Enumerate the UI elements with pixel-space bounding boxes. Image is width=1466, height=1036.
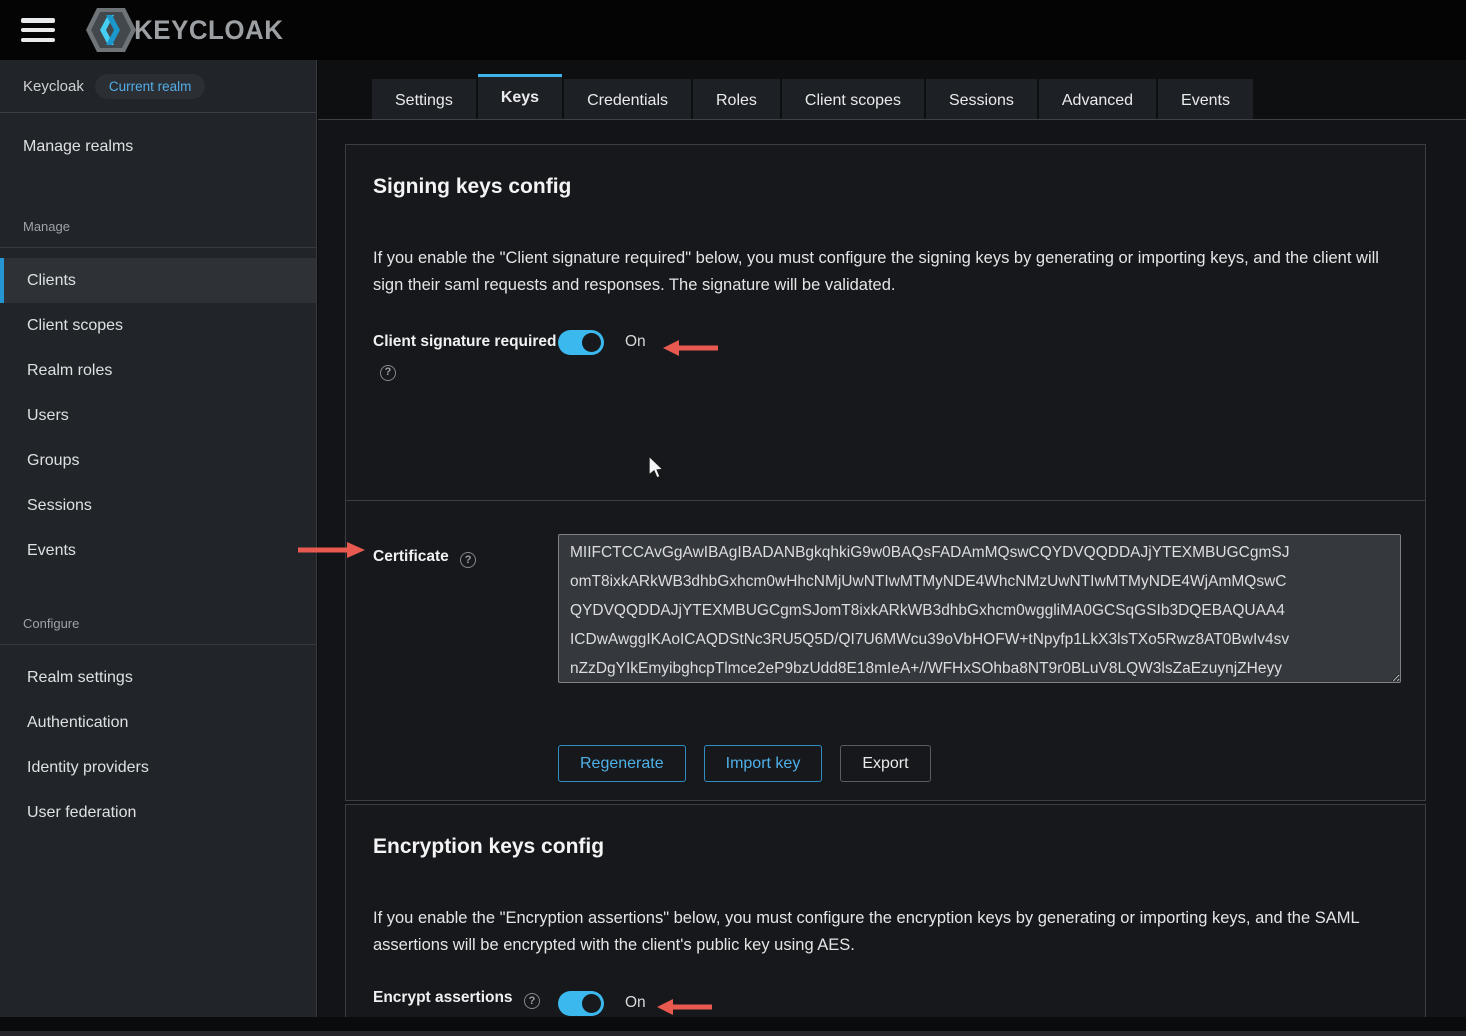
- realm-name: Keycloak: [23, 78, 84, 95]
- realm-selector[interactable]: Keycloak Current realm: [0, 60, 316, 113]
- bottom-strip: [0, 1031, 1466, 1036]
- certificate-row: Certificate ? MIIFCTCCAvGgAwIBAgIBADANBg…: [346, 534, 1425, 683]
- current-realm-badge[interactable]: Current realm: [95, 74, 206, 99]
- encryption-keys-title: Encryption keys config: [373, 835, 1385, 859]
- help-icon[interactable]: ?: [524, 993, 540, 1009]
- sidebar-item-users[interactable]: Users: [0, 393, 316, 438]
- sidebar-divider: [0, 644, 316, 645]
- certificate-label: Certificate: [373, 548, 449, 565]
- sidebar-item-authentication[interactable]: Authentication: [0, 700, 316, 745]
- regenerate-button[interactable]: Regenerate: [558, 745, 686, 782]
- hamburger-menu-icon[interactable]: [21, 18, 55, 42]
- sidebar: Keycloak Current realm Manage realms Man…: [0, 60, 317, 1017]
- export-button[interactable]: Export: [840, 745, 930, 782]
- sidebar-divider: [0, 247, 316, 248]
- client-signature-required-label: Client signature required: [373, 333, 556, 350]
- sidebar-group-manage: Manage: [0, 214, 316, 238]
- sidebar-item-clients[interactable]: Clients: [0, 258, 316, 303]
- signing-keys-card: Signing keys config If you enable the "C…: [345, 144, 1426, 801]
- sidebar-item-realm-settings[interactable]: Realm settings: [0, 655, 316, 700]
- sidebar-item-user-federation[interactable]: User federation: [0, 790, 316, 835]
- sidebar-item-sessions[interactable]: Sessions: [0, 483, 316, 528]
- encrypt-assertions-label: Encrypt assertions: [373, 985, 513, 1006]
- annotation-arrow-left-signing: [662, 339, 720, 357]
- help-icon[interactable]: ?: [460, 552, 476, 568]
- sidebar-item-groups[interactable]: Groups: [0, 438, 316, 483]
- toggle-state-text: On: [625, 333, 646, 382]
- card-divider: [346, 500, 1425, 501]
- sidebar-group-configure: Configure: [0, 611, 316, 635]
- tab-credentials[interactable]: Credentials: [564, 79, 691, 119]
- client-tabs: Settings Keys Credentials Roles Client s…: [318, 60, 1466, 120]
- sidebar-item-events[interactable]: Events: [0, 528, 316, 573]
- certificate-textarea[interactable]: MIIFCTCCAvGgAwIBAgIBADANBgkqhkiG9w0BAQsF…: [558, 534, 1401, 683]
- tab-settings[interactable]: Settings: [372, 79, 476, 119]
- tab-keys[interactable]: Keys: [478, 74, 562, 119]
- tab-roles[interactable]: Roles: [693, 79, 780, 119]
- toggle-knob: [582, 333, 601, 352]
- sidebar-item-manage-realms[interactable]: Manage realms: [0, 125, 316, 169]
- encryption-keys-description: If you enable the "Encryption assertions…: [373, 905, 1385, 958]
- client-signature-required-toggle[interactable]: [558, 330, 604, 355]
- keycloak-logo-icon: [81, 5, 139, 55]
- tab-client-scopes[interactable]: Client scopes: [782, 79, 924, 119]
- toggle-knob: [582, 994, 601, 1013]
- sidebar-manage-list: Clients Client scopes Realm roles Users …: [0, 258, 316, 573]
- masthead: KEYCLOAK: [0, 0, 1466, 60]
- keys-tab-content: Signing keys config If you enable the "C…: [318, 120, 1466, 1034]
- signing-keys-description: If you enable the "Client signature requ…: [373, 245, 1385, 298]
- import-key-button[interactable]: Import key: [704, 745, 823, 782]
- sidebar-item-realm-roles[interactable]: Realm roles: [0, 348, 316, 393]
- bottom-bar: [0, 1017, 1466, 1036]
- certificate-actions: Regenerate Import key Export: [558, 745, 1425, 782]
- tab-sessions[interactable]: Sessions: [926, 79, 1037, 119]
- client-signature-required-row: Client signature required ? On: [373, 328, 1385, 382]
- sidebar-item-client-scopes[interactable]: Client scopes: [0, 303, 316, 348]
- mouse-cursor: [646, 455, 666, 481]
- annotation-arrow-left-encrypt: [656, 998, 714, 1016]
- keycloak-logo-text: KEYCLOAK: [134, 15, 283, 46]
- help-icon[interactable]: ?: [380, 365, 396, 381]
- keycloak-admin-console: KEYCLOAK Keycloak Current realm Manage r…: [0, 0, 1466, 1036]
- keycloak-logo: KEYCLOAK: [81, 5, 287, 55]
- main-content: Settings Keys Credentials Roles Client s…: [318, 60, 1466, 1017]
- annotation-arrow-right-certificate: [296, 541, 366, 559]
- toggle-state-text: On: [625, 994, 646, 1012]
- tab-advanced[interactable]: Advanced: [1039, 79, 1156, 119]
- sidebar-configure-list: Realm settings Authentication Identity p…: [0, 655, 316, 835]
- encrypt-assertions-row: Encrypt assertions ? On: [373, 989, 1385, 1016]
- sidebar-item-identity-providers[interactable]: Identity providers: [0, 745, 316, 790]
- encrypt-assertions-toggle[interactable]: [558, 991, 604, 1016]
- encryption-keys-card: Encryption keys config If you enable the…: [345, 804, 1426, 1034]
- tab-events[interactable]: Events: [1158, 79, 1253, 119]
- signing-keys-title: Signing keys config: [373, 175, 1385, 199]
